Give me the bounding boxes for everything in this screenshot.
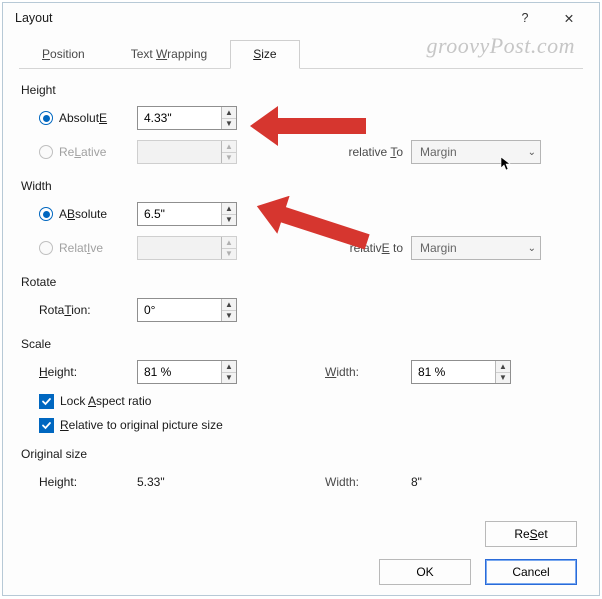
spin-down-icon: ▼ bbox=[222, 248, 236, 260]
rotation-label: RotaTion: bbox=[39, 303, 91, 317]
width-relative-spin: ▲▼ bbox=[137, 236, 237, 260]
tab-text-wrapping[interactable]: Text Wrapping bbox=[108, 40, 230, 69]
orig-height-label: Height: bbox=[39, 475, 77, 489]
help-icon: ? bbox=[522, 11, 529, 25]
height-relative-to-label: relative To bbox=[325, 145, 403, 159]
section-rotate: Rotate bbox=[21, 275, 581, 289]
scale-width-label: Width: bbox=[325, 365, 403, 379]
width-relative-to-label: relativE to bbox=[325, 241, 403, 255]
width-absolute-spin[interactable]: ▲▼ bbox=[137, 202, 237, 226]
spin-up-icon[interactable]: ▲ bbox=[496, 361, 510, 372]
section-scale: Scale bbox=[21, 337, 581, 351]
width-relative-radio[interactable] bbox=[39, 241, 53, 255]
orig-height-value: 5.33" bbox=[137, 475, 165, 489]
relative-original-label: Relative to original picture size bbox=[60, 418, 223, 432]
width-absolute-radio[interactable] bbox=[39, 207, 53, 221]
height-relative-label: ReLative bbox=[59, 145, 106, 159]
help-button[interactable]: ? bbox=[503, 4, 547, 32]
height-relative-to-value: Margin bbox=[420, 145, 457, 159]
window-title: Layout bbox=[15, 11, 503, 25]
lock-aspect-label: Lock Aspect ratio bbox=[60, 394, 151, 408]
tab-position[interactable]: Position bbox=[19, 40, 108, 69]
reset-button[interactable]: ReSet bbox=[485, 521, 577, 547]
section-width: Width bbox=[21, 179, 581, 193]
tab-size[interactable]: Size bbox=[230, 40, 299, 69]
spin-up-icon: ▲ bbox=[222, 141, 236, 152]
ok-button[interactable]: OK bbox=[379, 559, 471, 585]
spin-down-icon[interactable]: ▼ bbox=[496, 372, 510, 384]
scale-height-spin[interactable]: ▲▼ bbox=[137, 360, 237, 384]
spin-up-icon[interactable]: ▲ bbox=[222, 299, 236, 310]
height-absolute-label: AbsolutE bbox=[59, 111, 107, 125]
chevron-down-icon: ⌄ bbox=[528, 243, 536, 254]
spin-up-icon[interactable]: ▲ bbox=[222, 107, 236, 118]
spin-up-icon[interactable]: ▲ bbox=[222, 361, 236, 372]
spin-down-icon: ▼ bbox=[222, 152, 236, 164]
height-relative-to-combo[interactable]: Margin ⌄ bbox=[411, 140, 541, 164]
spin-down-icon[interactable]: ▼ bbox=[222, 310, 236, 322]
spin-up-icon: ▲ bbox=[222, 237, 236, 248]
tab-strip: Position Text Wrapping Size bbox=[19, 39, 583, 69]
relative-original-checkbox[interactable] bbox=[39, 418, 54, 433]
chevron-down-icon: ⌄ bbox=[528, 147, 536, 158]
spin-down-icon[interactable]: ▼ bbox=[222, 214, 236, 226]
spin-down-icon[interactable]: ▼ bbox=[222, 372, 236, 384]
width-relative-to-value: Margin bbox=[420, 241, 457, 255]
width-absolute-label: ABsolute bbox=[59, 207, 107, 221]
height-relative-radio[interactable] bbox=[39, 145, 53, 159]
height-relative-spin: ▲▼ bbox=[137, 140, 237, 164]
section-height: Height bbox=[21, 83, 581, 97]
height-absolute-radio[interactable] bbox=[39, 111, 53, 125]
scale-height-label: Height: bbox=[39, 365, 77, 379]
scale-width-spin[interactable]: ▲▼ bbox=[411, 360, 511, 384]
close-icon: ✕ bbox=[564, 11, 574, 26]
width-relative-to-combo[interactable]: Margin ⌄ bbox=[411, 236, 541, 260]
width-relative-label: RelatIve bbox=[59, 241, 103, 255]
scale-width-input[interactable] bbox=[412, 361, 495, 383]
spin-up-icon[interactable]: ▲ bbox=[222, 203, 236, 214]
height-absolute-spin[interactable]: ▲▼ bbox=[137, 106, 237, 130]
height-relative-input bbox=[138, 141, 221, 163]
section-original-size: Original size bbox=[21, 447, 581, 461]
height-absolute-input[interactable] bbox=[138, 107, 221, 129]
orig-width-label: Width: bbox=[325, 475, 359, 489]
cursor-icon bbox=[500, 156, 512, 172]
orig-width-value: 8" bbox=[411, 475, 422, 489]
rotation-input[interactable] bbox=[138, 299, 221, 321]
lock-aspect-checkbox[interactable] bbox=[39, 394, 54, 409]
cancel-button[interactable]: Cancel bbox=[485, 559, 577, 585]
width-absolute-input[interactable] bbox=[138, 203, 221, 225]
title-bar: Layout ? ✕ bbox=[3, 3, 599, 33]
rotation-spin[interactable]: ▲▼ bbox=[137, 298, 237, 322]
width-relative-input bbox=[138, 237, 221, 259]
spin-down-icon[interactable]: ▼ bbox=[222, 118, 236, 130]
close-button[interactable]: ✕ bbox=[547, 4, 591, 32]
scale-height-input[interactable] bbox=[138, 361, 221, 383]
